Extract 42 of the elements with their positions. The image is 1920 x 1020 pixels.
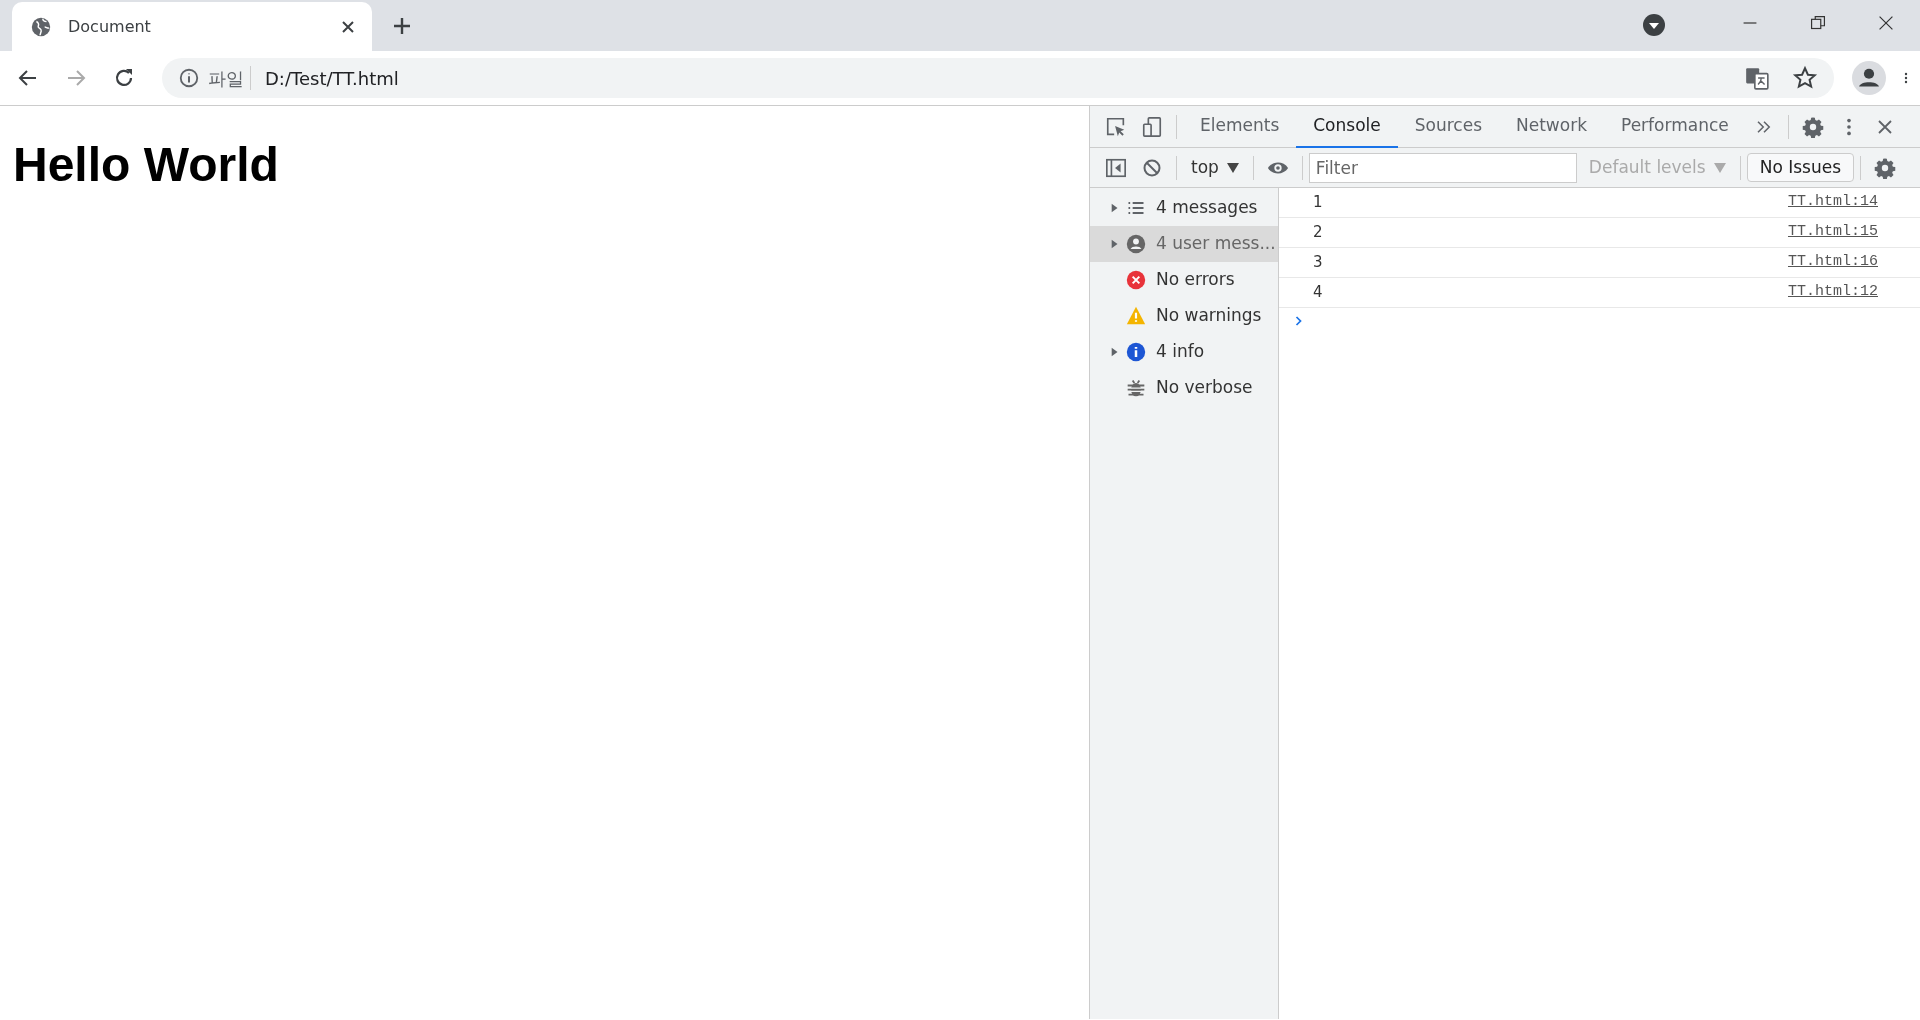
error-icon: [1126, 270, 1146, 290]
source-link[interactable]: TT.html:15: [1788, 221, 1878, 244]
devtools-tab[interactable]: Performance: [1604, 105, 1746, 148]
message-text: 1: [1313, 192, 1324, 214]
devtools-tab[interactable]: Network: [1499, 105, 1604, 148]
context-dropdown[interactable]: top: [1183, 150, 1247, 185]
source-link[interactable]: TT.html:12: [1788, 281, 1878, 304]
source-link[interactable]: TT.html:14: [1788, 191, 1878, 214]
sidebar-item[interactable]: No verbose: [1090, 370, 1278, 406]
filter-field[interactable]: Filter: [1308, 152, 1577, 183]
sidebar-item[interactable]: No errors: [1090, 262, 1278, 298]
scheme-label: 파일: [208, 66, 244, 91]
caret-icon: [1713, 162, 1726, 173]
profile-menu-icon[interactable]: [1642, 13, 1666, 37]
avatar-icon[interactable]: [1852, 61, 1886, 95]
star-icon[interactable]: [1792, 65, 1818, 91]
caret-icon: [1226, 162, 1239, 173]
user-icon: [1126, 234, 1146, 254]
message-text: 2: [1313, 222, 1324, 244]
message-text: 3: [1313, 252, 1324, 274]
page-heading: Hello World: [13, 137, 280, 193]
sidebar-item[interactable]: No warnings: [1090, 298, 1278, 334]
info-icon: [178, 67, 200, 89]
issues-button[interactable]: No Issues: [1746, 152, 1854, 183]
browser-tab[interactable]: Document: [12, 2, 372, 51]
tab-title: Document: [68, 15, 152, 38]
sidebar-item[interactable]: 4 info: [1090, 334, 1278, 370]
message-text: 4: [1313, 282, 1324, 304]
warning-icon: [1126, 306, 1146, 326]
globe-icon: [30, 15, 52, 38]
address-bar[interactable]: 파일 D:/Test/TT.html: [162, 58, 1834, 98]
source-link[interactable]: TT.html:16: [1788, 251, 1878, 274]
sidebar-item[interactable]: 4 user mess...: [1090, 226, 1278, 262]
url-text: D:/Test/TT.html: [265, 66, 400, 91]
expand-triangle-icon[interactable]: [1110, 202, 1120, 214]
expand-triangle-icon[interactable]: [1110, 346, 1120, 358]
sidebar-item[interactable]: 4 messages: [1090, 190, 1278, 226]
info-icon: [1126, 342, 1146, 362]
devtools-tab[interactable]: Sources: [1397, 105, 1499, 148]
expand-triangle-icon[interactable]: [1110, 238, 1120, 250]
translate-icon[interactable]: [1744, 65, 1770, 91]
devtools-tab[interactable]: Elements: [1183, 105, 1297, 148]
